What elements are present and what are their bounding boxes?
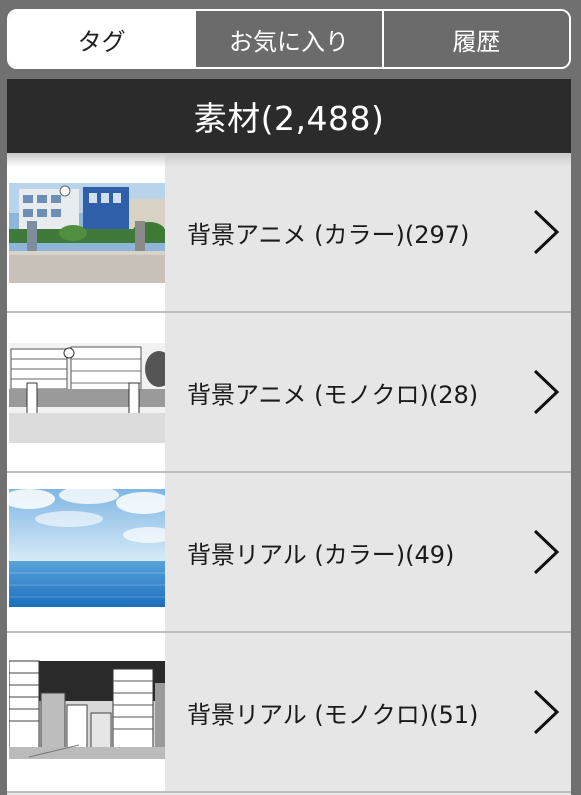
list-item-label: 背景リアル (カラー)(49): [187, 540, 455, 569]
city-mono-thumbnail: [7, 633, 165, 791]
section-header: 素材(2,488): [7, 79, 571, 153]
chevron-right-icon: [533, 209, 560, 255]
list-item-label: 背景アニメ (カラー)(297): [187, 220, 470, 249]
section-title: 素材(2,488): [193, 99, 385, 138]
school-mono-thumbnail: [7, 313, 165, 471]
list-item-real-mono[interactable]: 背景リアル (モノクロ)(51): [7, 633, 571, 793]
chevron-right-icon: [533, 369, 560, 415]
list-item-label: 背景アニメ (モノクロ)(28): [187, 380, 479, 409]
list-item-anime-mono[interactable]: 背景アニメ (モノクロ)(28): [7, 313, 571, 473]
list-item-anime-color[interactable]: 背景アニメ (カラー)(297): [7, 153, 571, 313]
segmented-tabs: タグ お気に入り 履歴: [7, 9, 571, 69]
list-item-label: 背景リアル (モノクロ)(51): [187, 700, 479, 729]
school-color-thumbnail: [7, 153, 165, 311]
tab-tag[interactable]: タグ: [9, 11, 195, 67]
chevron-right-icon: [533, 529, 560, 575]
list-item-real-color[interactable]: 背景リアル (カラー)(49): [7, 473, 571, 633]
material-list: 背景アニメ (カラー)(297) 背景アニメ (モノクロ)(28) 背景リアル …: [7, 153, 571, 795]
tab-favorites[interactable]: お気に入り: [194, 11, 382, 67]
tab-history[interactable]: 履歴: [381, 11, 569, 67]
chevron-right-icon: [533, 689, 560, 735]
app-frame: タグ お気に入り 履歴 素材(2,488) 背景アニメ (カラー)(297) 背…: [0, 0, 581, 795]
sea-sky-thumbnail: [7, 473, 165, 631]
